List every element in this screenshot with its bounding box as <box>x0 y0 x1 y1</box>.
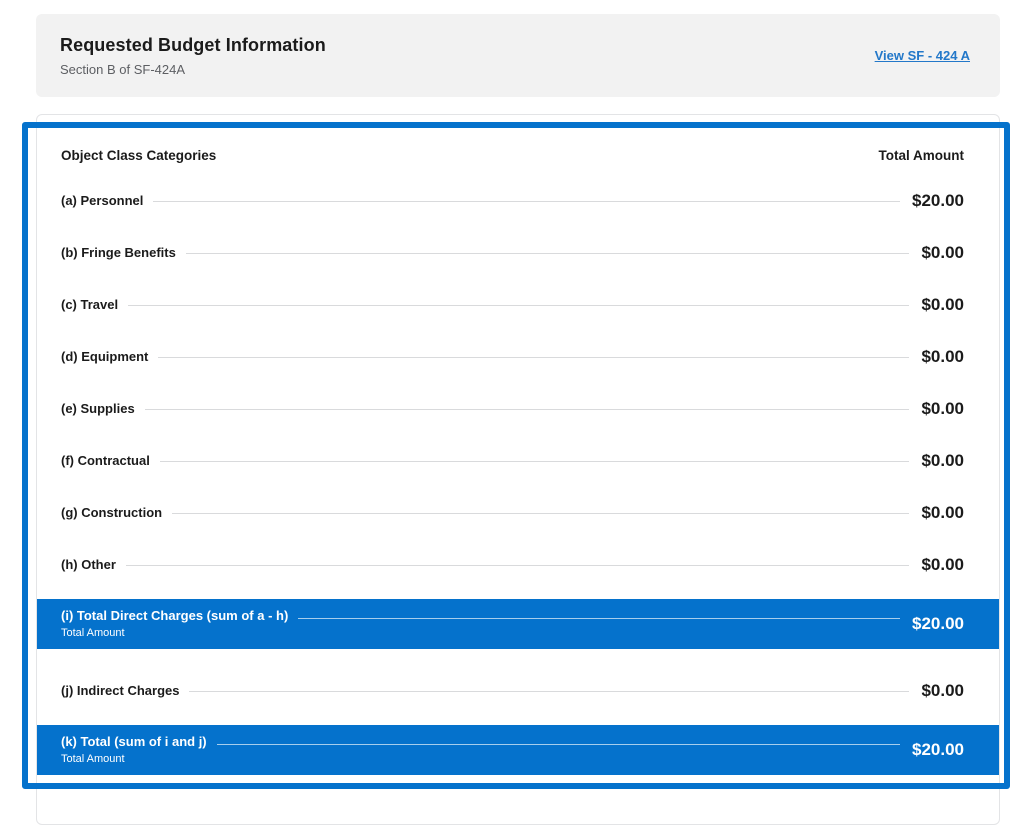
amount-value: $0.00 <box>921 451 964 470</box>
page: Requested Budget Information Section B o… <box>0 0 1024 839</box>
category-label-block: (i) Total Direct Charges (sum of a - h) … <box>61 608 288 639</box>
amount-value: $0.00 <box>921 295 964 314</box>
category-label-block: (d) Equipment <box>61 349 148 365</box>
leader-line <box>159 460 910 462</box>
amount-value: $20.00 <box>912 740 964 759</box>
budget-row: (j) Indirect Charges $0.00 <box>37 665 999 717</box>
amount-value: $0.00 <box>921 399 964 418</box>
category-label-block: (e) Supplies <box>61 401 135 417</box>
leader-line <box>125 564 910 566</box>
amount-value: $0.00 <box>921 681 964 700</box>
category-label-block: (g) Construction <box>61 505 162 521</box>
category-label: (e) Supplies <box>61 400 135 416</box>
category-label-block: (j) Indirect Charges <box>61 683 179 699</box>
page-title: Requested Budget Information <box>60 34 326 55</box>
amount-value: $20.00 <box>912 614 964 633</box>
budget-row: (d) Equipment $0.00 <box>37 331 999 383</box>
category-label: (i) Total Direct Charges (sum of a - h) <box>61 608 289 624</box>
budget-row: (f) Contractual $0.00 <box>37 435 999 487</box>
category-label: (g) Construction <box>61 504 163 520</box>
header-text-block: Requested Budget Information Section B o… <box>60 35 326 77</box>
category-label: (h) Other <box>61 556 116 572</box>
leader-line <box>189 690 910 692</box>
column-header-categories: Object Class Categories <box>61 147 217 163</box>
category-label-block: (k) Total (sum of i and j) Total Amount <box>61 734 207 765</box>
budget-row: (c) Travel $0.00 <box>37 279 999 331</box>
category-sublabel: Total Amount <box>61 626 125 639</box>
budget-rows-list: (a) Personnel $20.00 (b) Fringe Benefits… <box>37 175 999 775</box>
budget-row: (h) Other $0.00 <box>37 539 999 591</box>
amount-value: $0.00 <box>921 243 964 262</box>
leader-line <box>153 200 900 202</box>
leader-line <box>158 356 910 358</box>
leader-line <box>144 408 910 410</box>
category-label: (j) Indirect Charges <box>61 682 180 698</box>
category-label-block: (f) Contractual <box>61 453 150 469</box>
column-header-total-amount: Total Amount <box>878 147 964 163</box>
category-label: (b) Fringe Benefits <box>61 244 176 260</box>
leader-line <box>172 512 910 514</box>
table-header-row: Object Class Categories Total Amount <box>37 135 999 175</box>
budget-row: (e) Supplies $0.00 <box>37 383 999 435</box>
category-label-block: (h) Other <box>61 557 116 573</box>
category-label-block: (c) Travel <box>61 297 118 313</box>
category-label: (c) Travel <box>61 296 119 312</box>
category-label: (f) Contractual <box>61 452 150 468</box>
page-subtitle: Section B of SF-424A <box>60 61 186 77</box>
budget-row: (b) Fringe Benefits $0.00 <box>37 227 999 279</box>
leader-line <box>216 743 900 745</box>
budget-row: (i) Total Direct Charges (sum of a - h) … <box>37 599 999 649</box>
view-sf424a-link[interactable]: View SF - 424 A <box>875 48 970 63</box>
section-header-card: Requested Budget Information Section B o… <box>36 14 1000 97</box>
leader-line <box>128 304 910 306</box>
category-label-block: (a) Personnel <box>61 193 143 209</box>
budget-table-card: Object Class Categories Total Amount (a)… <box>36 114 1000 825</box>
amount-value: $20.00 <box>912 191 964 210</box>
leader-line <box>185 252 910 254</box>
budget-row: (g) Construction $0.00 <box>37 487 999 539</box>
category-sublabel: Total Amount <box>61 752 125 765</box>
category-label-block: (b) Fringe Benefits <box>61 245 176 261</box>
budget-row: (k) Total (sum of i and j) Total Amount … <box>37 725 999 775</box>
category-label: (d) Equipment <box>61 348 149 364</box>
category-label: (k) Total (sum of i and j) <box>61 734 207 750</box>
budget-row: (a) Personnel $20.00 <box>37 175 999 227</box>
leader-line <box>298 617 900 619</box>
category-label: (a) Personnel <box>61 192 144 208</box>
amount-value: $0.00 <box>921 503 964 522</box>
amount-value: $0.00 <box>921 555 964 574</box>
amount-value: $0.00 <box>921 347 964 366</box>
